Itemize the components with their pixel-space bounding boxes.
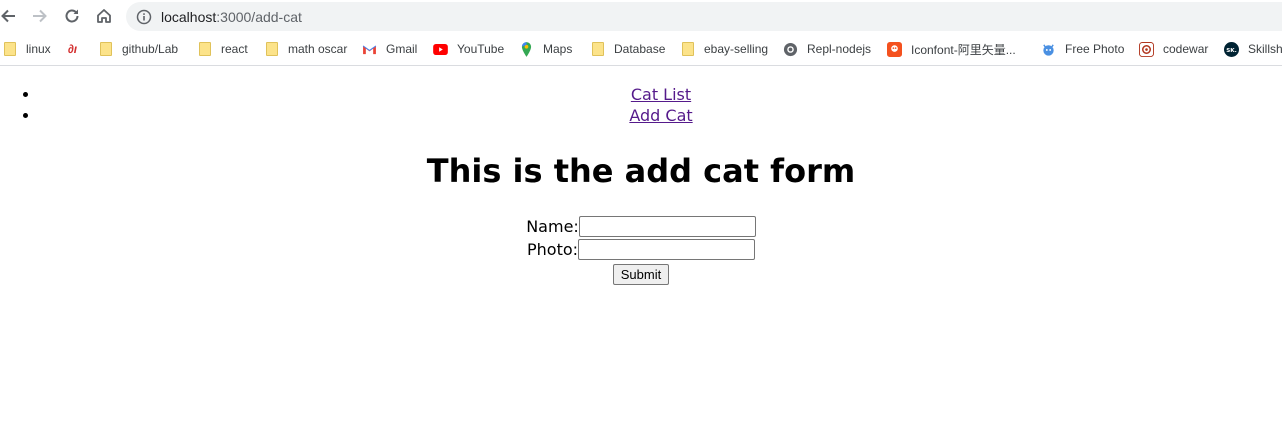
bookmark-label: math oscar [288,42,348,56]
svg-text:SK.: SK. [1226,47,1237,53]
list-item: Cat List [40,84,1282,105]
bookmark-linux[interactable]: linux [2,39,51,59]
bookmark-label: react [221,42,248,56]
folder-icon [264,42,279,57]
url-text[interactable]: localhost:3000/add-cat [161,9,302,25]
skillshare-icon: SK. [1224,41,1239,57]
youtube-icon [433,42,448,57]
free-photo-icon [1041,42,1056,57]
a-logo-icon: ∂ı [67,42,78,56]
home-button[interactable] [91,3,117,29]
bookmark-github-lab[interactable]: github/Lab [98,39,178,59]
bookmark-label: Free Photo [1065,42,1125,56]
bookmark-repl-nodejs[interactable]: Repl-nodejs [783,39,871,59]
bookmark-label: Iconfont-阿里矢量... [911,42,1016,57]
forward-arrow-icon [33,9,47,23]
bookmark-math-oscar[interactable]: math oscar [264,39,347,59]
address-bar[interactable]: localhost:3000/add-cat [126,2,1282,31]
replit-icon [783,42,798,57]
page-content: Cat List Add Cat This is the add cat for… [0,84,1282,285]
reload-icon [65,9,79,23]
folder-icon [98,42,113,57]
bookmark-label: linux [26,42,51,56]
bookmark-gmail[interactable]: Gmail [362,39,417,59]
forward-button[interactable] [27,3,53,29]
bookmark-database[interactable]: Database [590,39,665,59]
back-button[interactable] [0,3,21,29]
photo-input[interactable] [578,239,756,260]
bookmark-label: Skillsha [1248,42,1282,56]
bookmark-label: github/Lab [122,42,179,56]
url-host: localhost [161,8,217,25]
bookmark-label: Database [614,42,666,56]
bookmark-label: Gmail [386,42,418,56]
name-label: Name: [526,217,579,236]
page-title: This is the add cat form [426,152,856,190]
back-arrow-icon [1,9,15,23]
home-icon [97,9,111,23]
cat-list-link[interactable]: Cat List [631,85,691,104]
bookmark-label: Repl-nodejs [807,42,872,56]
folder-icon [197,42,212,57]
bookmark-iconfont[interactable]: Iconfont-阿里矢量... [887,39,1016,59]
iconfont-icon [887,41,902,57]
bookmark-skillshare[interactable]: SK. Skillsha [1224,39,1282,59]
browser-toolbar: localhost:3000/add-cat [0,0,1282,33]
bookmark-label: ebay-selling [704,42,769,56]
photo-label: Photo: [526,240,579,259]
bookmark-a-logo[interactable]: ∂ı [65,39,89,59]
bookmark-react[interactable]: react [197,39,248,59]
name-input[interactable] [578,216,756,237]
submit-button[interactable]: Submit [612,264,670,285]
name-row: Name: [0,215,1282,238]
add-cat-form: Name: Photo: Submit [0,215,1282,285]
list-item: Add Cat [40,105,1282,126]
folder-icon [680,42,695,57]
bookmarks-bar: linux ∂ı github/Lab react math oscar Gma… [0,33,1282,66]
codewars-icon [1139,41,1154,57]
bookmark-maps[interactable]: Maps [519,39,572,59]
site-info-icon[interactable] [136,9,152,25]
submit-row: Submit [0,264,1282,285]
add-cat-link[interactable]: Add Cat [629,106,692,125]
photo-row: Photo: [0,238,1282,261]
bookmark-label: YouTube [457,42,505,56]
bookmark-youtube[interactable]: YouTube [433,39,504,59]
maps-icon [519,41,534,57]
url-path: :3000/add-cat [216,8,302,25]
bookmark-free-photo[interactable]: Free Photo [1041,39,1124,59]
bookmark-codewar[interactable]: codewar [1139,39,1208,59]
folder-icon [2,42,17,57]
reload-button[interactable] [59,3,85,29]
folder-icon [590,42,605,57]
gmail-icon [362,42,377,57]
bookmark-label: Maps [543,42,573,56]
nav-list: Cat List Add Cat [0,84,1282,126]
bookmark-ebay-selling[interactable]: ebay-selling [680,39,768,59]
bookmark-label: codewar [1163,42,1209,56]
